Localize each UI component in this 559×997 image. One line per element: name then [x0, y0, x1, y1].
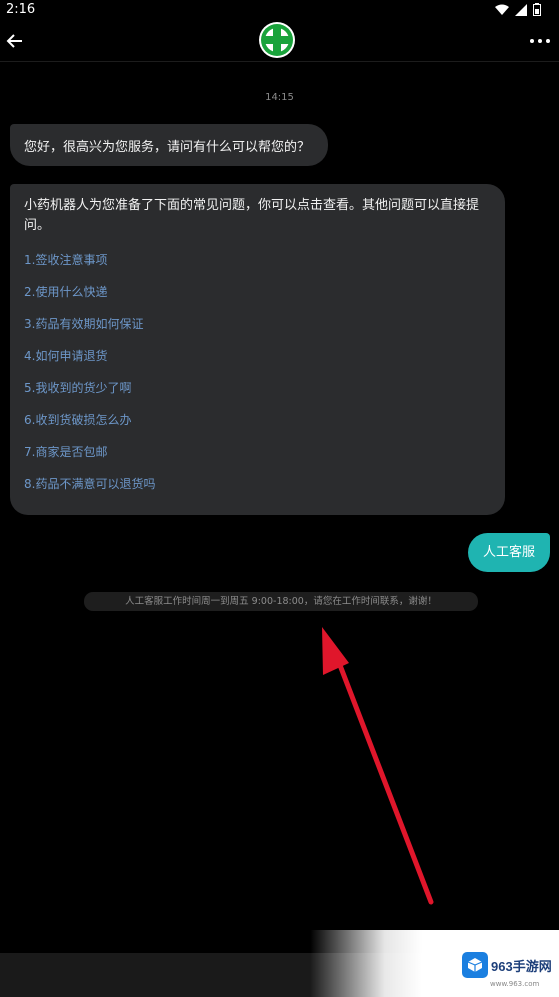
bot-faq-bubble: 小药机器人为您准备了下面的常见问题，你可以点击查看。其他问题可以直接提问。 1.… [10, 184, 505, 515]
user-message-bubble: 人工客服 [468, 533, 550, 572]
faq-item[interactable]: 8.药品不满意可以退货吗 [24, 468, 491, 500]
chat-header [0, 22, 559, 62]
status-icons [495, 3, 541, 16]
site-watermark: 963手游网 [462, 950, 554, 980]
faq-item[interactable]: 1.签收注意事项 [24, 244, 491, 276]
faq-item[interactable]: 4.如何申请退货 [24, 340, 491, 372]
more-options-button[interactable] [529, 31, 551, 51]
watermark-url: www.963.com [490, 980, 540, 988]
faq-list: 1.签收注意事项 2.使用什么快递 3.药品有效期如何保证 4.如何申请退货 5… [24, 244, 491, 500]
watermark-brand: 963手游网 [491, 958, 552, 974]
status-time: 2:16 [6, 2, 36, 17]
back-arrow-icon [6, 34, 22, 48]
status-bar: 2:16 [0, 0, 559, 22]
faq-item[interactable]: 7.商家是否包邮 [24, 436, 491, 468]
pharmacy-logo [259, 22, 295, 58]
bot-greeting-bubble: 您好，很高兴为您服务，请问有什么可以帮您的？ [10, 124, 328, 166]
faq-item[interactable]: 6.收到货破损怎么办 [24, 404, 491, 436]
faq-item[interactable]: 5.我收到的货少了啊 [24, 372, 491, 404]
back-button[interactable] [4, 30, 28, 52]
faq-item[interactable]: 3.药品有效期如何保证 [24, 308, 491, 340]
signal-icon [515, 3, 527, 16]
faq-item[interactable]: 2.使用什么快递 [24, 276, 491, 308]
watermark-logo-icon [462, 952, 488, 978]
more-dots-icon [530, 39, 550, 43]
system-notice: 人工客服工作时间周一到周五 9:00-18:00，请您在工作时间联系，谢谢！ [84, 592, 478, 611]
wifi-icon [495, 4, 509, 15]
message-timestamp: 14:15 [265, 92, 294, 103]
green-cross-icon [261, 24, 293, 56]
battery-icon [533, 3, 541, 16]
faq-intro-text: 小药机器人为您准备了下面的常见问题，你可以点击查看。其他问题可以直接提问。 [24, 198, 480, 233]
